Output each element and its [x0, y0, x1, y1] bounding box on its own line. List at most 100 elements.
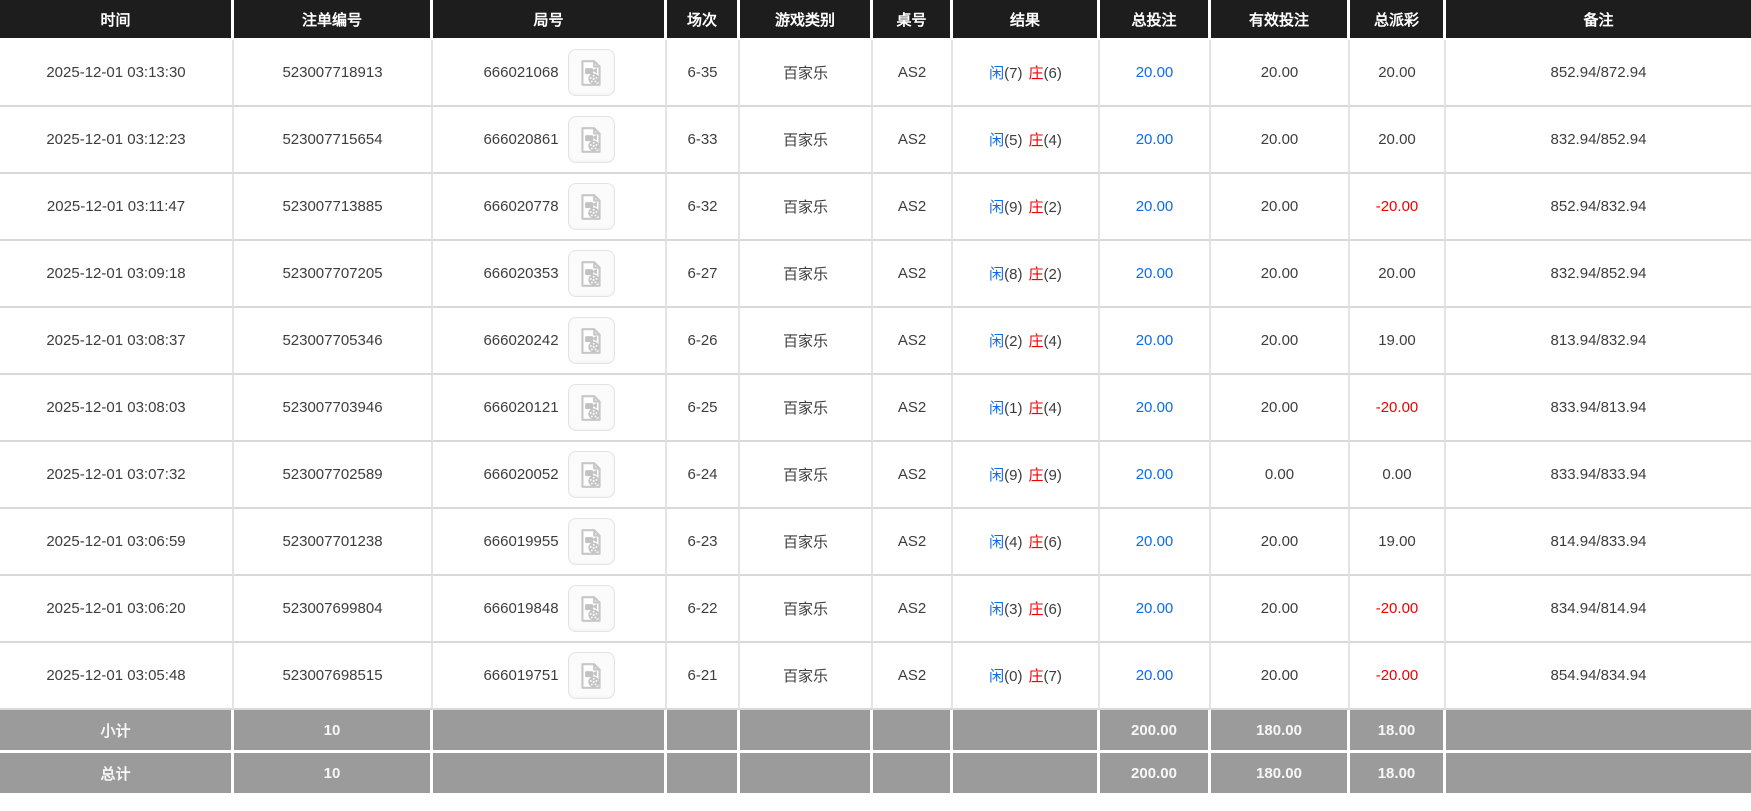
- cell-round: 666020861: [433, 107, 667, 174]
- cell-bet_id: 523007718913: [234, 40, 433, 107]
- header-cell-session: 场次: [667, 0, 740, 40]
- valid_bet-value: 20.00: [1260, 533, 1299, 550]
- game_type-value: 百家乐: [782, 266, 828, 283]
- valid_bet-value: 20.00: [1260, 198, 1299, 215]
- round-number: 666020121: [483, 399, 559, 416]
- session-value: 6-27: [687, 265, 718, 282]
- cell-result: 闲(0) 庄(7): [953, 643, 1100, 710]
- total_bet-value: 20.00: [1135, 198, 1174, 215]
- table-row: 2025-12-01 03:07:32 523007702589 666020052…: [0, 442, 1751, 509]
- cell-round: 666020778: [433, 174, 667, 241]
- video-replay-icon: [576, 594, 606, 624]
- round-cell-content: 666019848: [483, 585, 615, 632]
- cell-table_no: AS2: [873, 40, 953, 107]
- cell-total_payout: 0.00: [1350, 442, 1446, 509]
- round-cell-content: 666020778: [483, 183, 615, 230]
- valid_bet-value: 20.00: [1260, 399, 1299, 416]
- cell-game_type: 百家乐: [740, 241, 873, 308]
- video-replay-button[interactable]: [567, 652, 615, 699]
- header-cell-game_type: 游戏类别: [740, 0, 873, 40]
- table-footer: 小计 10 200.00 180.00 18.00 总计 10 200.00 180.00 18.…: [0, 710, 1751, 796]
- cell-table_no: AS2: [873, 308, 953, 375]
- table_no-value: AS2: [897, 131, 927, 148]
- cell-result: 闲(2) 庄(4): [953, 308, 1100, 375]
- table-row: 2025-12-01 03:11:47 523007713885 666020778…: [0, 174, 1751, 241]
- cell-table_no: AS2: [873, 509, 953, 576]
- grand-total-cell-game_type: [740, 753, 873, 796]
- subtotal-cell-bet_id: 10: [234, 710, 433, 753]
- remark-value: 834.94/814.94: [1550, 600, 1647, 617]
- table-header-row: 时间 注单编号 局号 场次 游戏类别 桌号 结果 总投注 有效投注 总派彩 备注: [0, 0, 1751, 40]
- video-replay-button[interactable]: [567, 116, 615, 163]
- game_type-value: 百家乐: [782, 467, 828, 484]
- result-player-label: 闲: [989, 333, 1005, 350]
- cell-total_payout: -20.00: [1350, 576, 1446, 643]
- round-number: 666020778: [483, 198, 559, 215]
- video-replay-icon: [576, 58, 606, 88]
- cell-game_type: 百家乐: [740, 442, 873, 509]
- cell-session: 6-27: [667, 241, 740, 308]
- cell-round: 666020052: [433, 442, 667, 509]
- grand-total-cell-remark: [1446, 753, 1751, 796]
- cell-session: 6-33: [667, 107, 740, 174]
- subtotal-cell-total_bet: 200.00: [1100, 710, 1211, 753]
- video-replay-button[interactable]: [567, 518, 615, 565]
- remark-value: 832.94/852.94: [1550, 131, 1647, 148]
- result-banker-label: 庄: [1028, 400, 1044, 417]
- result-banker-score: (2): [1043, 199, 1062, 216]
- cell-time: 2025-12-01 03:12:23: [0, 107, 234, 174]
- cell-session: 6-24: [667, 442, 740, 509]
- round-number: 666019848: [483, 600, 559, 617]
- cell-remark: 832.94/852.94: [1446, 241, 1751, 308]
- cell-time: 2025-12-01 03:08:37: [0, 308, 234, 375]
- video-replay-button[interactable]: [567, 451, 615, 498]
- grand-total-cell-total_bet: 200.00: [1100, 753, 1211, 796]
- cell-round: 666020121: [433, 375, 667, 442]
- video-replay-button[interactable]: [567, 49, 615, 96]
- video-replay-button[interactable]: [567, 183, 615, 230]
- header-cell-time: 时间: [0, 0, 234, 40]
- table-body: 2025-12-01 03:13:30 523007718913 666021068…: [0, 40, 1751, 710]
- grand-total-cell-valid_bet: 180.00: [1211, 753, 1350, 796]
- video-replay-icon: [576, 393, 606, 423]
- time-value: 2025-12-01 03:08:03: [46, 399, 186, 416]
- result-player-label: 闲: [989, 400, 1005, 417]
- video-replay-button[interactable]: [567, 585, 615, 632]
- cell-bet_id: 523007715654: [234, 107, 433, 174]
- video-replay-button[interactable]: [567, 384, 615, 431]
- result-banker-label: 庄: [1028, 467, 1044, 484]
- table_no-value: AS2: [897, 265, 927, 282]
- bet-records-table: 时间 注单编号 局号 场次 游戏类别 桌号 结果 总投注 有效投注 总派彩 备注 2025-12-0…: [0, 0, 1751, 796]
- total_bet-value: 20.00: [1135, 533, 1174, 550]
- cell-round: 666020242: [433, 308, 667, 375]
- video-replay-button[interactable]: [567, 250, 615, 297]
- subtotal-cell-round: [433, 710, 667, 753]
- cell-time: 2025-12-01 03:06:59: [0, 509, 234, 576]
- valid_bet-value: 20.00: [1260, 131, 1299, 148]
- cell-total_bet: 20.00: [1100, 509, 1211, 576]
- total_payout-value: -20.00: [1375, 198, 1419, 215]
- total_payout-value: 19.00: [1378, 533, 1416, 550]
- session-value: 6-21: [687, 667, 718, 684]
- remark-value: 852.94/872.94: [1550, 64, 1647, 81]
- bet_id-value: 523007713885: [282, 198, 383, 215]
- total_payout-value: 20.00: [1378, 131, 1416, 148]
- total_payout-value: 20.00: [1378, 265, 1416, 282]
- table-row: 2025-12-01 03:09:18 523007707205 666020353…: [0, 241, 1751, 308]
- time-value: 2025-12-01 03:09:18: [46, 265, 186, 282]
- cell-table_no: AS2: [873, 174, 953, 241]
- round-cell-content: 666021068: [483, 49, 615, 96]
- video-replay-icon: [576, 259, 606, 289]
- cell-game_type: 百家乐: [740, 643, 873, 710]
- result-banker-score: (4): [1043, 333, 1062, 350]
- result-player-score: (3): [1004, 601, 1023, 618]
- video-replay-button[interactable]: [567, 317, 615, 364]
- result-banker-label: 庄: [1028, 65, 1044, 82]
- total_bet-value: 20.00: [1135, 131, 1174, 148]
- round-cell-content: 666020242: [483, 317, 615, 364]
- bet_id-value: 523007698515: [282, 667, 383, 684]
- bet_id-value: 523007701238: [282, 533, 383, 550]
- total_payout-value: 20.00: [1378, 64, 1416, 81]
- result-player-score: (9): [1004, 199, 1023, 216]
- cell-total_payout: 20.00: [1350, 107, 1446, 174]
